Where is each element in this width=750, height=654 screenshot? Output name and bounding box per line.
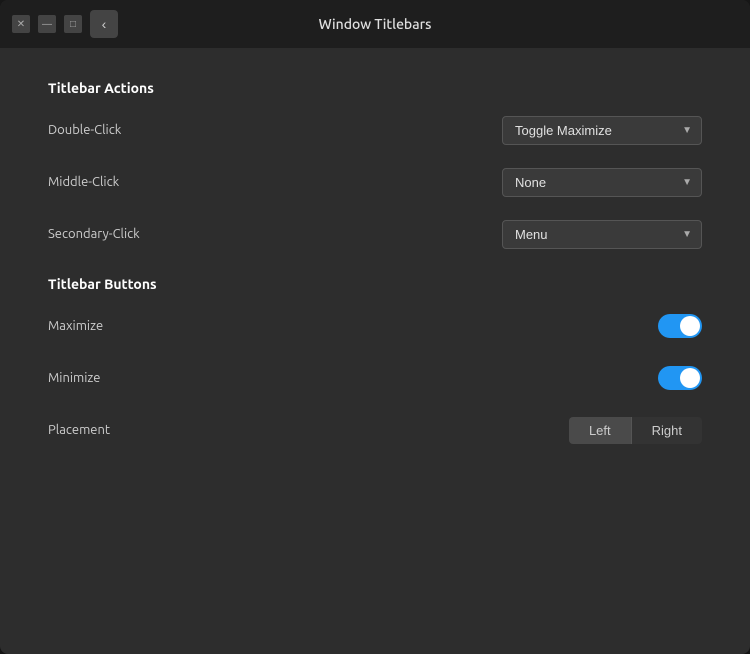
- middle-click-dropdown[interactable]: None Toggle Maximize Close: [502, 168, 702, 197]
- minimize-thumb: [680, 368, 700, 388]
- minimize-toggle[interactable]: [658, 366, 702, 390]
- middle-click-row: Middle-Click None Toggle Maximize Close: [48, 164, 702, 200]
- middle-click-label: Middle-Click: [48, 175, 119, 189]
- maximize-toggle[interactable]: [658, 314, 702, 338]
- minimize-row: Minimize: [48, 360, 702, 396]
- titlebar-actions-section: Titlebar Actions Double-Click Toggle Max…: [48, 80, 702, 252]
- placement-left-button[interactable]: Left: [569, 417, 631, 444]
- minimize-button[interactable]: —: [38, 15, 56, 33]
- close-button[interactable]: ✕: [12, 15, 30, 33]
- placement-row: Placement Left Right: [48, 412, 702, 448]
- placement-right-button[interactable]: Right: [631, 417, 702, 444]
- double-click-label: Double-Click: [48, 123, 121, 137]
- maximize-label: Maximize: [48, 319, 103, 333]
- titlebar-actions-title: Titlebar Actions: [48, 80, 702, 96]
- maximize-row: Maximize: [48, 308, 702, 344]
- minimize-label: Minimize: [48, 371, 100, 385]
- secondary-click-dropdown[interactable]: Menu None Toggle Maximize: [502, 220, 702, 249]
- double-click-row: Double-Click Toggle Maximize Toggle Shad…: [48, 112, 702, 148]
- window-title: Window Titlebars: [319, 16, 432, 32]
- back-button[interactable]: ‹: [90, 10, 118, 38]
- titlebar-buttons-title: Titlebar Buttons: [48, 276, 702, 292]
- window: ✕ — □ ‹ Window Titlebars Titlebar Action…: [0, 0, 750, 654]
- double-click-dropdown-wrapper: Toggle Maximize Toggle Shade None: [502, 116, 702, 145]
- maximize-button[interactable]: □: [64, 15, 82, 33]
- titlebar: ✕ — □ ‹ Window Titlebars: [0, 0, 750, 48]
- secondary-click-label: Secondary-Click: [48, 227, 140, 241]
- placement-label: Placement: [48, 423, 110, 437]
- double-click-dropdown[interactable]: Toggle Maximize Toggle Shade None: [502, 116, 702, 145]
- maximize-thumb: [680, 316, 700, 336]
- titlebar-buttons-section: Titlebar Buttons Maximize Minimize: [48, 276, 702, 448]
- window-controls: ✕ — □ ‹: [12, 10, 118, 38]
- secondary-click-row: Secondary-Click Menu None Toggle Maximiz…: [48, 216, 702, 252]
- main-content: Titlebar Actions Double-Click Toggle Max…: [0, 48, 750, 654]
- secondary-click-dropdown-wrapper: Menu None Toggle Maximize: [502, 220, 702, 249]
- placement-button-group: Left Right: [569, 417, 702, 444]
- middle-click-dropdown-wrapper: None Toggle Maximize Close: [502, 168, 702, 197]
